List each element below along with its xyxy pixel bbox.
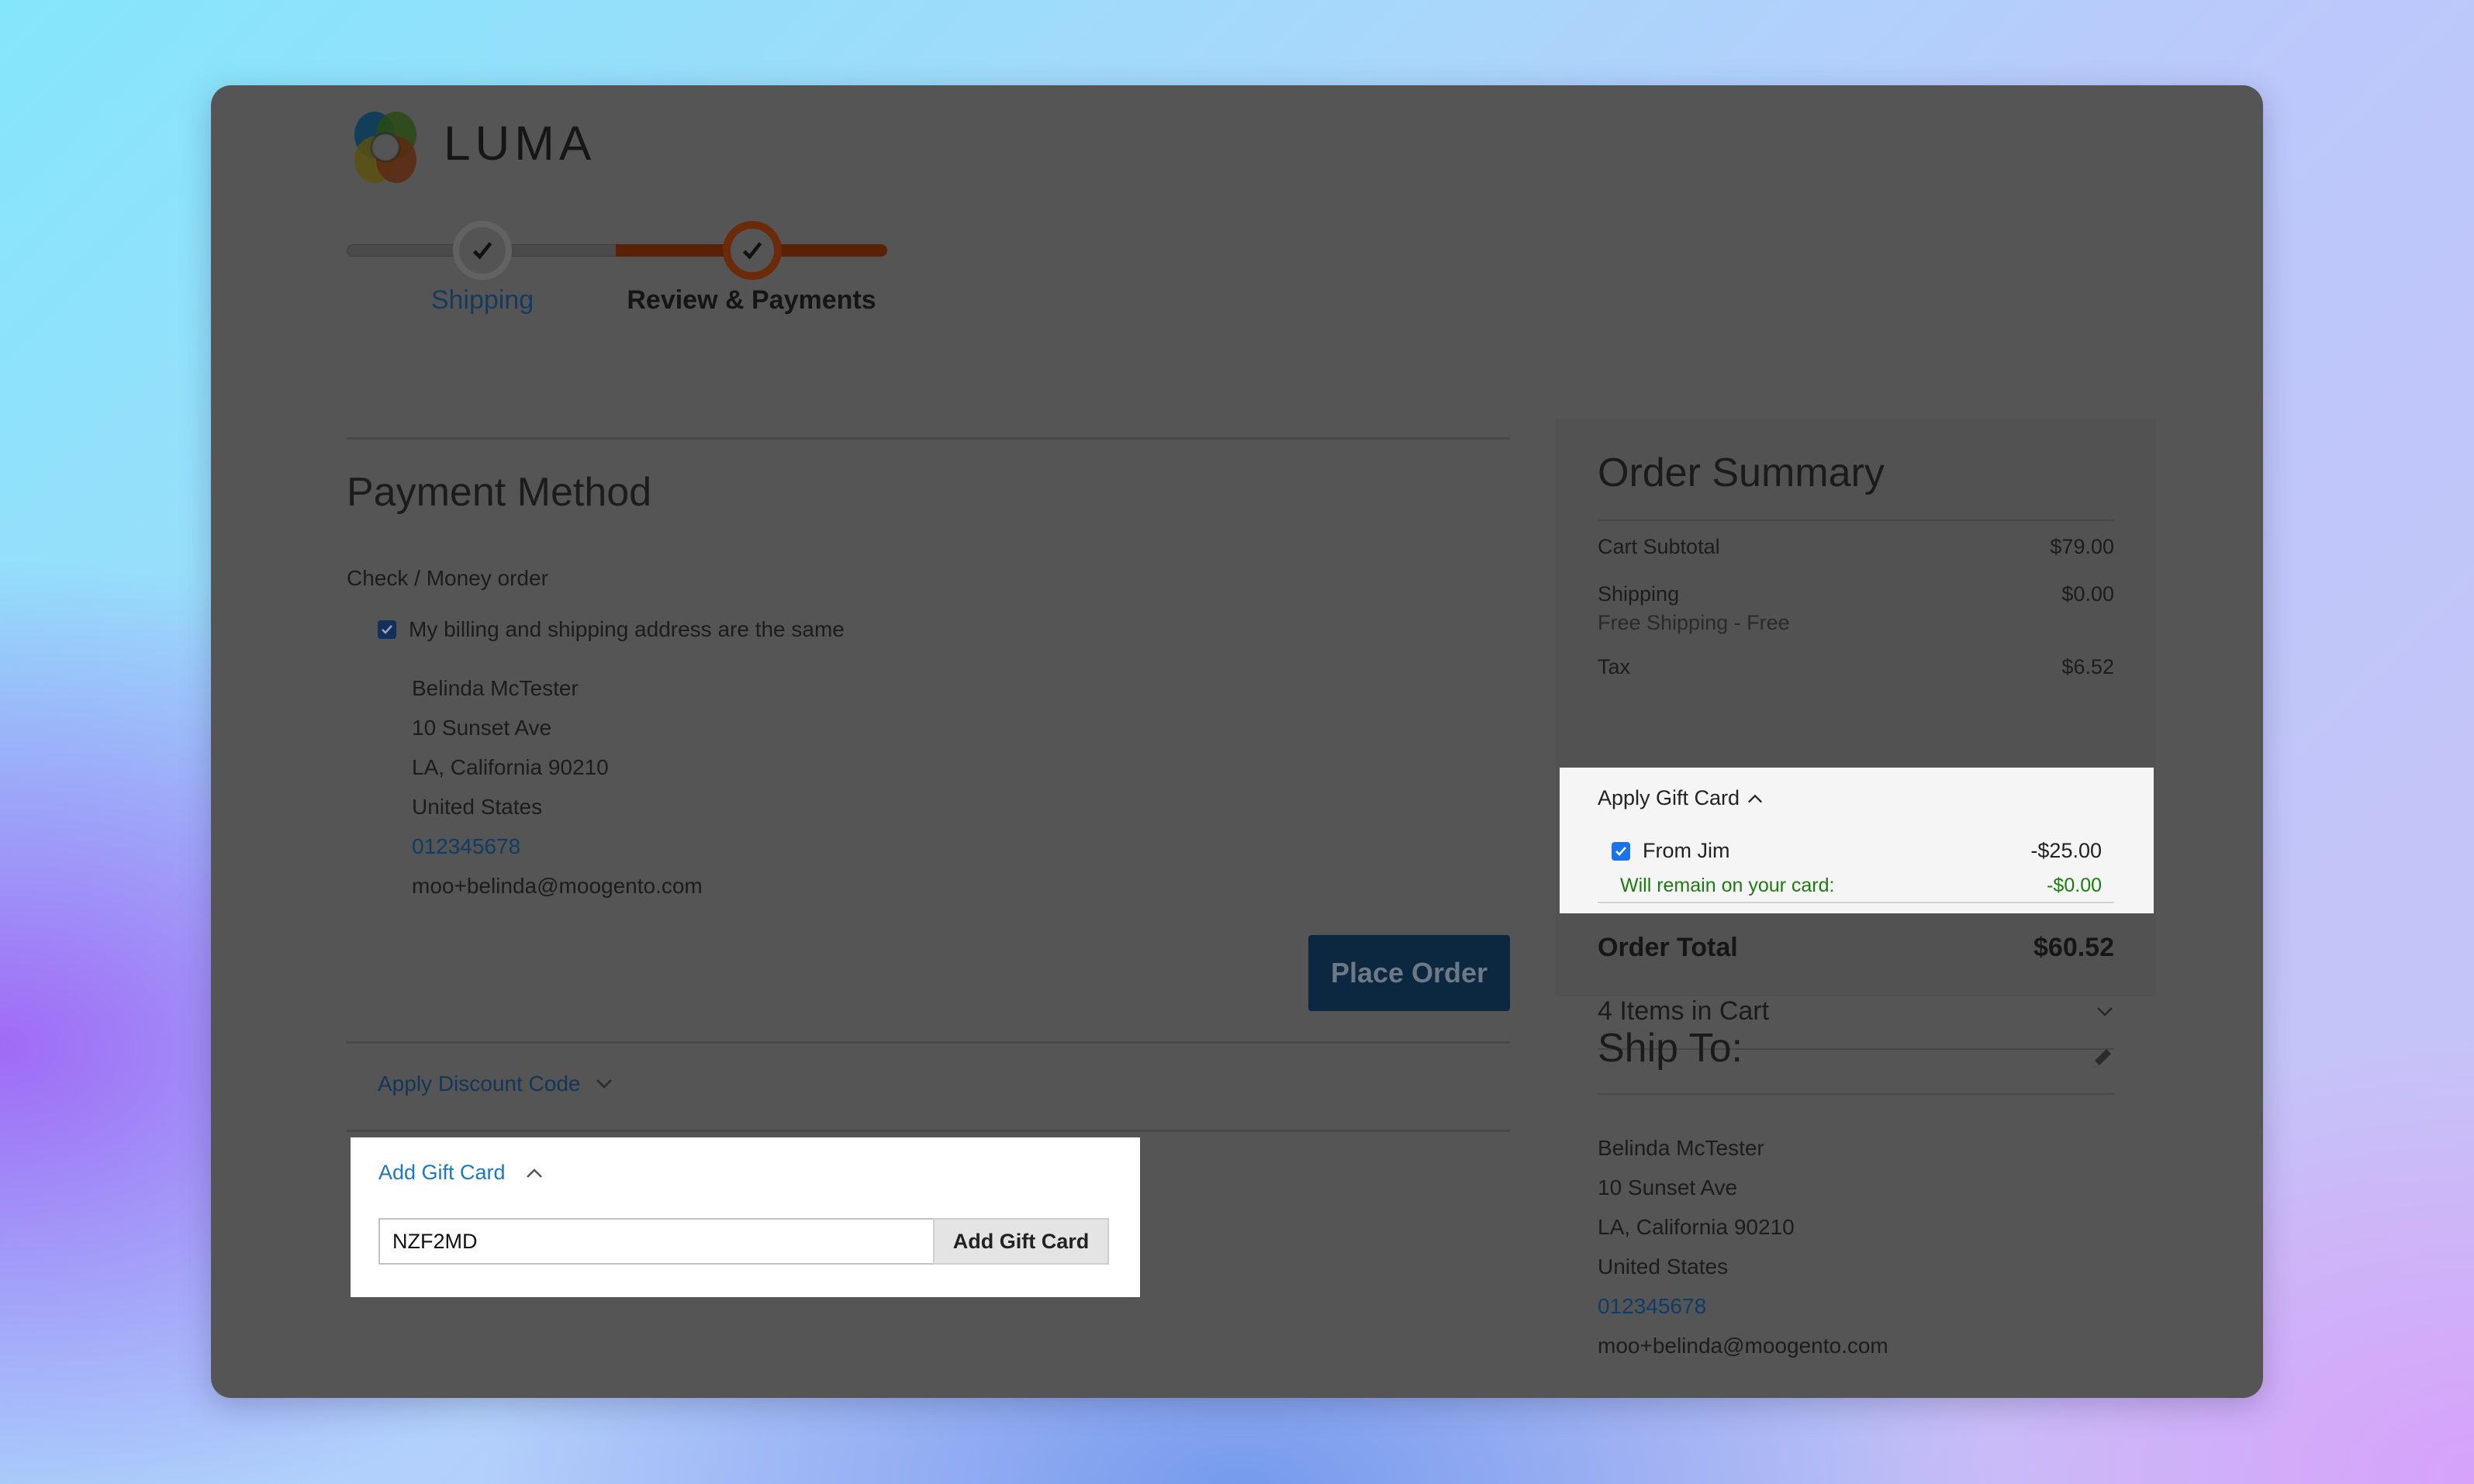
- apply-gift-card-toggle[interactable]: Apply Gift Card: [1598, 786, 1763, 810]
- same-address-row: My billing and shipping address are the …: [378, 617, 845, 642]
- billing-name: Belinda McTester: [412, 676, 579, 700]
- ship-to-email: moo+belinda@moogento.com: [1598, 1334, 1888, 1358]
- step-shipping-link[interactable]: Shipping: [343, 285, 622, 316]
- edit-pencil-icon[interactable]: [2088, 1044, 2116, 1072]
- shipping-label: Shipping: [1598, 582, 1680, 606]
- billing-country: United States: [412, 795, 543, 819]
- add-gift-card-panel: Add Gift Card Add Gift Card: [351, 1137, 1140, 1297]
- gift-card-remain-row: Will remain on your card: -$0.00: [1620, 875, 2102, 897]
- ship-to-title: Ship To:: [1598, 1026, 1743, 1071]
- billing-street: 10 Sunset Ave: [412, 716, 552, 740]
- shipping-value: $0.00: [2061, 582, 2114, 606]
- chevron-up-icon: [526, 1168, 542, 1178]
- order-total-label: Order Total: [1598, 933, 1738, 962]
- cart-subtotal-label: Cart Subtotal: [1598, 535, 1720, 558]
- step-review-label: Review & Payments: [627, 285, 876, 315]
- gift-card-remain-label: Will remain on your card:: [1620, 875, 1835, 896]
- step-shipping-indicator[interactable]: [453, 221, 512, 280]
- order-summary: Order Summary Cart Subtotal $79.00 Shipp…: [1556, 419, 2156, 1050]
- payment-method-name: Check / Money order: [347, 566, 548, 590]
- ship-to-city: LA, California 90210: [1598, 1215, 1795, 1239]
- cart-subtotal-value: $79.00: [2050, 535, 2114, 558]
- ship-to-divider: [1598, 1093, 2114, 1095]
- billing-phone-link[interactable]: 012345678: [412, 827, 703, 866]
- gift-card-row: From Jim -$25.00: [1612, 839, 2102, 863]
- section-divider: [347, 1041, 1510, 1044]
- chevron-down-icon: [2097, 1006, 2113, 1016]
- tax-row: Tax $6.52: [1598, 655, 2114, 679]
- tax-label: Tax: [1598, 655, 1631, 678]
- checkmark-icon: [472, 242, 492, 260]
- ship-to-street: 10 Sunset Ave: [1598, 1175, 1738, 1199]
- order-summary-title: Order Summary: [1598, 450, 1885, 495]
- billing-email: moo+belinda@moogento.com: [412, 874, 703, 898]
- gift-card-checkbox[interactable]: [1612, 841, 1630, 861]
- gift-card-code-input[interactable]: [378, 1218, 935, 1265]
- luma-logo-icon[interactable]: [347, 109, 424, 186]
- tax-value: $6.52: [2061, 655, 2114, 678]
- add-gift-card-label[interactable]: Add Gift Card: [378, 1161, 506, 1185]
- apply-discount-toggle[interactable]: Apply Discount Code: [378, 1072, 613, 1096]
- ship-to-name: Belinda McTester: [1598, 1136, 1764, 1160]
- checkout-window: LUMA Shipping Review & Payments Payment …: [211, 85, 2263, 1398]
- checkmark-icon: [742, 242, 762, 260]
- billing-address: Belinda McTester 10 Sunset Ave LA, Calif…: [412, 668, 703, 906]
- payment-method-title: Payment Method: [347, 470, 652, 515]
- billing-city: LA, California 90210: [412, 755, 609, 779]
- same-address-checkbox[interactable]: [378, 620, 396, 639]
- place-order-button[interactable]: Place Order: [1308, 935, 1510, 1011]
- gift-card-remain-amount: -$0.00: [2047, 875, 2102, 896]
- step-review-indicator: [723, 221, 782, 280]
- checkmark-icon: [1615, 846, 1626, 856]
- same-address-label[interactable]: My billing and shipping address are the …: [409, 617, 845, 642]
- summary-divider: [1598, 519, 2114, 521]
- apply-gift-card-title[interactable]: Apply Gift Card: [1598, 786, 1740, 810]
- ship-to-country: United States: [1598, 1254, 1729, 1279]
- section-divider: [347, 437, 1510, 440]
- add-gift-card-toggle[interactable]: Add Gift Card: [378, 1161, 543, 1185]
- order-total-value: $60.52: [2033, 933, 2114, 962]
- apply-gift-card-panel: Apply Gift Card From Jim -$25.00 Will re…: [1560, 768, 2154, 913]
- section-divider: [347, 1130, 1510, 1132]
- ship-to-address: Belinda McTester 10 Sunset Ave LA, Calif…: [1598, 1128, 1888, 1365]
- add-gift-card-button[interactable]: Add Gift Card: [933, 1218, 1109, 1265]
- ship-to-phone-link[interactable]: 012345678: [1598, 1286, 1888, 1326]
- gift-card-label: From Jim: [1643, 839, 1730, 862]
- cart-subtotal-row: Cart Subtotal $79.00: [1598, 535, 2114, 559]
- items-in-cart-toggle[interactable]: 4 Items in Cart: [1598, 996, 2114, 1027]
- chevron-down-icon: [596, 1079, 613, 1089]
- shipping-method: Free Shipping - Free: [1598, 611, 1790, 634]
- apply-discount-label[interactable]: Apply Discount Code: [378, 1072, 580, 1096]
- checkmark-icon: [382, 625, 392, 634]
- chevron-up-icon: [1748, 794, 1763, 802]
- shipping-row: Shipping $0.00: [1598, 582, 2114, 606]
- order-total-row: Order Total $60.52: [1598, 933, 2114, 963]
- items-in-cart-label[interactable]: 4 Items in Cart: [1598, 996, 1769, 1027]
- brand-name: LUMA: [444, 117, 596, 171]
- gift-card-amount: -$25.00: [2030, 839, 2102, 862]
- gift-card-divider: [1598, 902, 2114, 903]
